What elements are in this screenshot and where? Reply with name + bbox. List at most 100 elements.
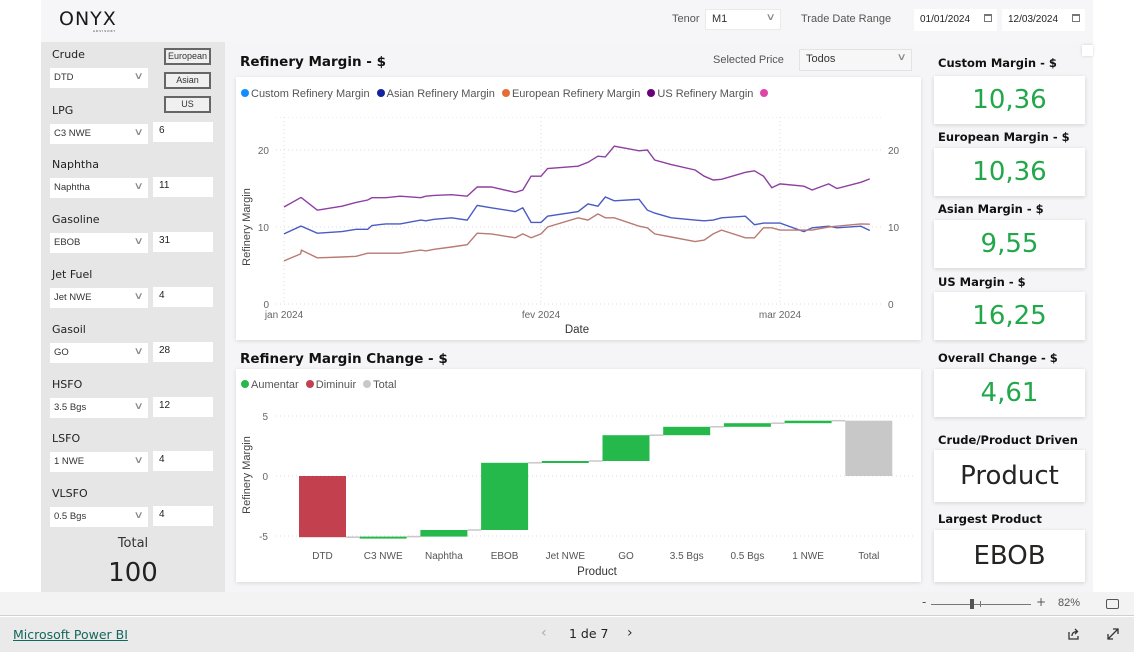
zoom-out-button[interactable]: - <box>922 595 926 609</box>
lsfo-selected: 1 NWE <box>54 456 85 467</box>
x-tick-label: 0.5 Bgs <box>730 551 764 562</box>
series-line-asian-refinery-margin[interactable] <box>283 196 871 235</box>
date-to-value: 12/03/2024 <box>1008 14 1059 25</box>
naphtha-dropdown[interactable]: Naphtha ∨ <box>50 178 148 198</box>
waterfall-bar-0-5-bgs[interactable] <box>723 423 771 427</box>
fullscreen-icon[interactable] <box>1106 627 1120 641</box>
y-tick-label-right: 10 <box>888 223 900 234</box>
zoom-slider-thumb[interactable] <box>970 599 974 609</box>
crude-selected: DTD <box>54 72 74 83</box>
kpi-title-custom: Custom Margin - $ <box>938 56 1057 70</box>
zoom-in-button[interactable]: + <box>1036 595 1046 609</box>
report-header: ONYX ADVISORY Tenor M1 ∨ Trade Date Rang… <box>41 0 1093 42</box>
report-canvas: ONYX ADVISORY Tenor M1 ∨ Trade Date Rang… <box>41 0 1093 592</box>
visual-options-icon[interactable] <box>1082 45 1093 56</box>
y-axis-title: Refinery Margin <box>241 188 253 266</box>
logo-subtext: ADVISORY <box>93 29 117 33</box>
waterfall-bar-total[interactable] <box>845 420 893 476</box>
waterfall-bar-naphtha[interactable] <box>420 530 468 537</box>
jet-fuel-weight-input[interactable]: 4 <box>153 287 213 307</box>
hsfo-weight-input[interactable]: 12 <box>153 397 213 417</box>
y-tick-label-right: 0 <box>888 300 894 311</box>
x-tick-label: DTD <box>312 551 333 562</box>
zoom-slider[interactable] <box>931 599 1031 609</box>
hsfo-dropdown[interactable]: 3.5 Bgs ∨ <box>50 398 148 418</box>
x-axis-title: Date <box>565 324 589 336</box>
vlsfo-weight-input[interactable]: 4 <box>153 506 213 526</box>
lpg-dropdown[interactable]: C3 NWE ∨ <box>50 124 148 144</box>
refinery-margin-waterfall-chart[interactable]: -5 0 5 Refinery Margin Product DTD C3 NWE Napht… <box>236 369 921 582</box>
kpi-title-asian: Asian Margin - $ <box>938 202 1044 216</box>
chevron-down-icon: ∨ <box>133 455 144 466</box>
selected-price-value: Todos <box>806 53 836 65</box>
x-tick-label: Jet NWE <box>546 551 586 562</box>
kpi-card-custom: 10,36 <box>934 76 1085 124</box>
zoom-level: 82% <box>1058 597 1081 609</box>
y-tick-label: 0 <box>262 472 268 483</box>
gasoil-weight-input[interactable]: 28 <box>153 342 213 362</box>
kpi-title-driven: Crude/Product Driven <box>938 433 1078 447</box>
gasoline-weight-input[interactable]: 31 <box>153 232 213 252</box>
gasoil-dropdown[interactable]: GO ∨ <box>50 343 148 363</box>
x-tick-label: Total <box>858 551 879 562</box>
waterfall-bar-go[interactable] <box>602 435 650 461</box>
vlsfo-label: VLSFO <box>52 487 88 500</box>
naphtha-label: Naphtha <box>52 158 99 171</box>
waterfall-bar-3-5-bgs[interactable] <box>663 426 711 436</box>
lpg-weight-input[interactable]: 6 <box>153 122 213 142</box>
y-tick-label-left: 10 <box>258 223 270 234</box>
crude-dropdown[interactable]: DTD ∨ <box>50 68 148 88</box>
us-button[interactable]: US <box>164 96 211 113</box>
zoom-slider-midmark <box>980 601 981 607</box>
waterfall-bar-dtd[interactable] <box>299 476 346 538</box>
y-tick-label-right: 20 <box>888 146 900 157</box>
chevron-down-icon: ∨ <box>133 71 144 82</box>
next-page-icon[interactable]: › <box>627 625 633 641</box>
tenor-label: Tenor <box>672 13 700 25</box>
power-bi-link[interactable]: Microsoft Power BI <box>13 627 128 642</box>
kpi-card-european: 10,36 <box>934 148 1085 196</box>
jet-fuel-dropdown[interactable]: Jet NWE ∨ <box>50 288 148 308</box>
kpi-card-us: 16,25 <box>934 292 1085 340</box>
kpi-card-largest-product: EBOB <box>934 530 1085 582</box>
share-icon[interactable] <box>1067 627 1081 641</box>
chevron-down-icon: ∨ <box>133 401 144 412</box>
x-tick-label: C3 NWE <box>364 551 403 562</box>
fit-to-page-icon[interactable] <box>1106 599 1119 609</box>
y-tick-label: 5 <box>262 412 268 423</box>
page-indicator: 1 de 7 <box>569 626 609 641</box>
refinery-margin-line-chart[interactable]: 0 010 1020 20jan 2024 fev 2024 mar 2024DateRe… <box>236 77 921 340</box>
tenor-dropdown[interactable]: M1 ∨ <box>705 9 781 30</box>
lsfo-label: LSFO <box>52 432 81 445</box>
gasoil-label: Gasoil <box>52 323 86 336</box>
selected-price-dropdown[interactable]: Todos ∨ <box>799 49 912 71</box>
gasoline-dropdown[interactable]: EBOB ∨ <box>50 233 148 253</box>
waterfall-bar-ebob[interactable] <box>481 462 529 530</box>
gasoil-selected: GO <box>54 347 69 358</box>
x-tick-label: GO <box>618 551 634 562</box>
selected-price-label: Selected Price <box>713 54 784 66</box>
lsfo-dropdown[interactable]: 1 NWE ∨ <box>50 452 148 472</box>
refinery-margin-change-title: Refinery Margin Change - $ <box>240 351 448 367</box>
date-to-input[interactable]: 12/03/2024 <box>1002 9 1085 31</box>
refinery-margin-chart-card: Custom Refinery Margin Asian Refinery Ma… <box>236 77 921 340</box>
calendar-icon[interactable] <box>1072 14 1080 22</box>
date-from-input[interactable]: 01/01/2024 <box>914 9 997 31</box>
waterfall-bar-c3-nwe[interactable] <box>359 536 407 539</box>
previous-page-icon[interactable]: ‹ <box>541 625 547 641</box>
european-button[interactable]: European <box>164 48 211 65</box>
x-tick-label: 1 NWE <box>792 551 824 562</box>
status-bar: - + 82% <box>0 592 1134 616</box>
series-line-european-refinery-margin[interactable] <box>283 213 870 262</box>
waterfall-bar-1-nwe[interactable] <box>784 420 832 424</box>
asian-button[interactable]: Asian <box>164 72 211 89</box>
series-line-us-refinery-margin[interactable] <box>283 145 871 211</box>
naphtha-selected: Naphtha <box>54 182 90 193</box>
calendar-icon[interactable] <box>984 14 992 22</box>
lsfo-weight-input[interactable]: 4 <box>153 451 213 471</box>
x-tick-label: Naphtha <box>425 551 463 562</box>
waterfall-bar-jet-nwe[interactable] <box>541 461 589 463</box>
naphtha-weight-input[interactable]: 11 <box>153 177 213 197</box>
vlsfo-dropdown[interactable]: 0.5 Bgs ∨ <box>50 507 148 527</box>
kpi-title-overall-change: Overall Change - $ <box>938 351 1058 365</box>
